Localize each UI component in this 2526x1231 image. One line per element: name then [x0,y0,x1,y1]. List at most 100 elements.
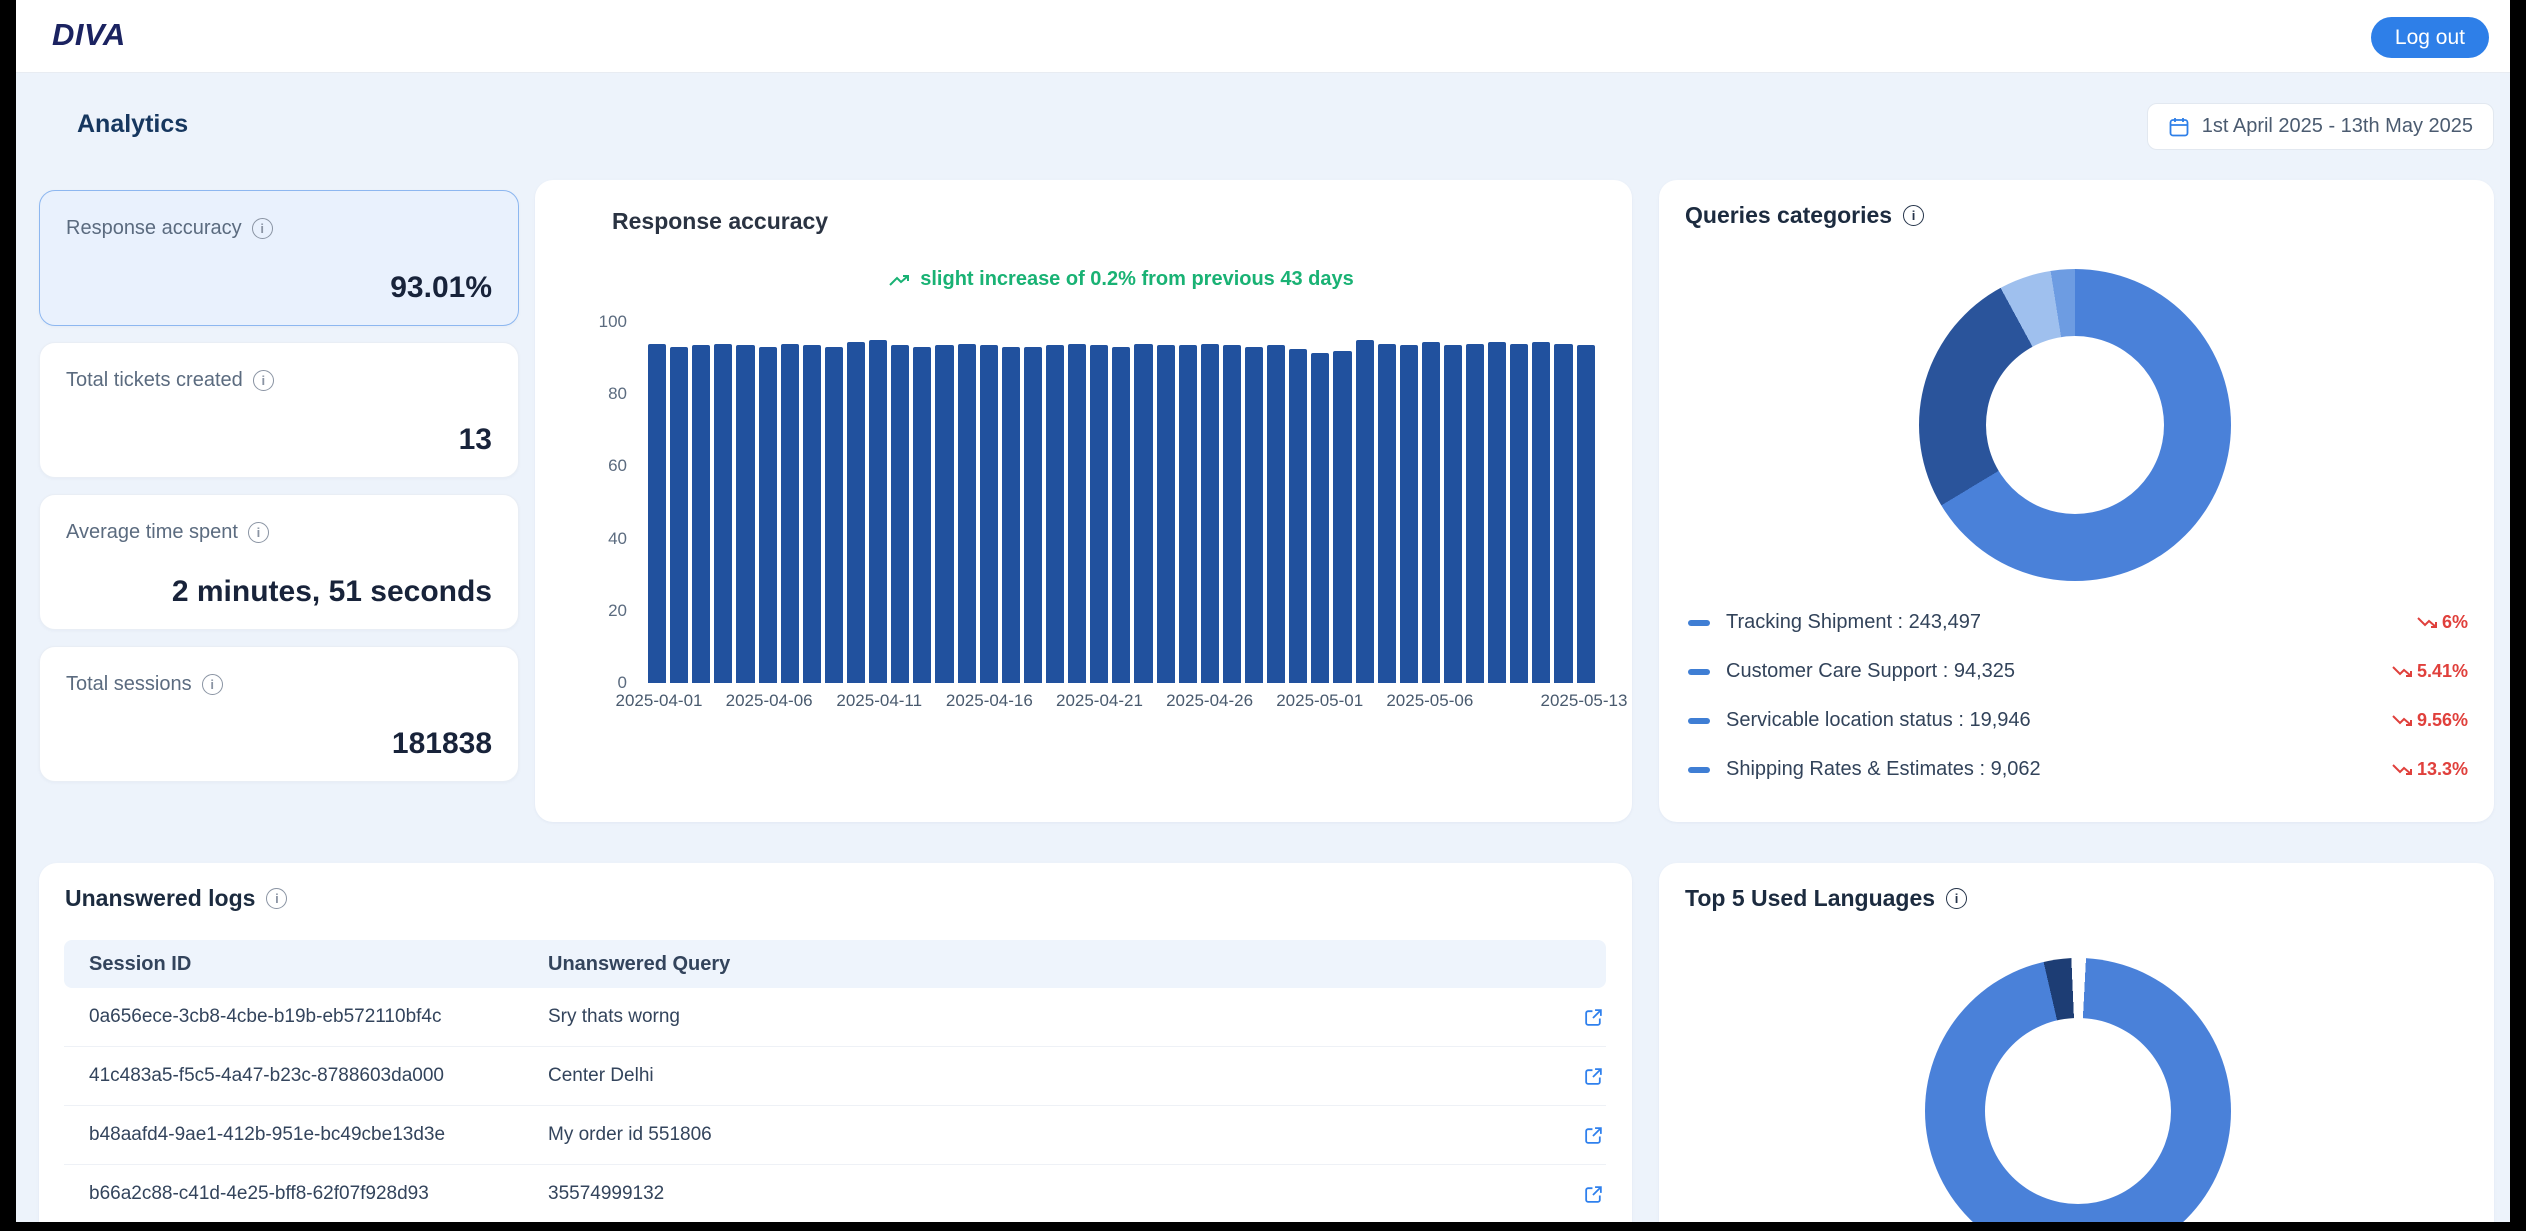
stat-card-2[interactable]: Average time spenti2 minutes, 51 seconds [39,494,519,630]
external-link-icon [1583,1184,1604,1205]
bar [781,344,799,683]
bar [1090,345,1108,683]
x-tick-label: 2025-05-06 [1386,691,1473,711]
bar [1157,345,1175,683]
unanswered-logs-card: Unanswered logs i Session ID Unanswered … [39,863,1632,1231]
bar [891,345,909,683]
letterbox-bottom [0,1222,2526,1231]
bar [1024,347,1042,683]
trend-value: 5.41% [2417,661,2468,682]
trend-value: 9.56% [2417,710,2468,731]
x-tick-label: 2025-04-26 [1166,691,1253,711]
info-icon[interactable]: i [248,522,269,543]
bar [1510,344,1528,683]
trend-down-icon [2392,665,2414,679]
y-tick-label: 100 [535,312,636,332]
y-tick-label: 60 [535,456,636,476]
bar [1245,347,1263,683]
logs-card-title: Unanswered logs i [65,885,287,912]
legend-label: Servicable location status : 19,946 [1726,709,2031,732]
bar [1554,344,1572,683]
bar [980,345,998,683]
bar [1577,345,1595,683]
letterbox-left [0,0,16,1231]
open-log-button[interactable] [1583,1125,1606,1146]
stat-label: Average time spenti [66,521,492,544]
bar [1223,345,1241,683]
open-log-button[interactable] [1583,1184,1606,1205]
bar [1112,347,1130,683]
external-link-icon [1583,1007,1604,1028]
date-range-label: 1st April 2025 - 13th May 2025 [2202,115,2473,138]
stat-card-0[interactable]: Response accuracyi 93.01% [39,190,519,326]
bar [1267,345,1285,683]
info-icon[interactable]: i [1903,205,1924,226]
y-tick-label: 80 [535,384,636,404]
info-icon[interactable]: i [1946,888,1967,909]
info-icon[interactable]: i [202,674,223,695]
legend-trend: 13.3% [2392,759,2468,780]
open-log-button[interactable] [1583,1007,1606,1028]
legend-item: Tracking Shipment : 243,497 6% [1688,598,2468,647]
query-cell: Center Delhi [548,1065,1562,1087]
chart-title: Response accuracy [612,208,828,235]
open-log-button[interactable] [1583,1066,1606,1087]
table-row: b48aafd4-9ae1-412b-951e-bc49cbe13d3eMy o… [64,1106,1606,1165]
date-range-picker[interactable]: 1st April 2025 - 13th May 2025 [2147,103,2494,150]
x-tick-label: 2025-04-01 [616,691,703,711]
brand-logo: DIVA [52,17,126,53]
queries-categories-card: Queries categories i Tracking Shipment :… [1659,180,2494,822]
languages-donut-chart [1925,958,2231,1231]
bar [692,345,710,683]
app-root: DIVA Log out Analytics 1st April 2025 - … [0,0,2526,1231]
logout-button[interactable]: Log out [2371,17,2489,58]
bar [759,347,777,683]
stat-label: Response accuracyi [66,217,492,240]
external-link-icon [1583,1066,1604,1087]
bar [648,344,666,683]
bar [958,344,976,683]
top-languages-card: Top 5 Used Languages i [1659,863,2494,1231]
trend-value: 13.3% [2417,759,2468,780]
external-link-icon [1583,1125,1604,1146]
bar [1068,344,1086,683]
legend-trend: 9.56% [2392,710,2468,731]
queries-donut-chart [1919,269,2231,581]
x-tick-label: 2025-04-06 [726,691,813,711]
bar [1311,353,1329,683]
table-row: b66a2c88-c41d-4e25-bff8-62f07f928d933557… [64,1165,1606,1224]
legend-label: Tracking Shipment : 243,497 [1726,611,1981,634]
session-id-cell: 0a656ece-3cb8-4cbe-b19b-eb572110bf4c [89,1006,548,1028]
bar [803,345,821,683]
x-tick-label: 2025-04-21 [1056,691,1143,711]
bar [1488,342,1506,683]
bar [1134,344,1152,683]
logs-title-text: Unanswered logs [65,885,255,912]
stat-value: 93.01% [390,271,492,305]
x-axis: 2025-04-012025-04-062025-04-112025-04-16… [648,691,1595,717]
session-id-cell: b48aafd4-9ae1-412b-951e-bc49cbe13d3e [89,1124,548,1146]
legend-item: Customer Care Support : 94,3255.41% [1688,647,2468,696]
info-icon[interactable]: i [266,888,287,909]
letterbox-right [2510,0,2526,1231]
languages-title-text: Top 5 Used Languages [1685,885,1935,912]
x-tick-label: 2025-05-13 [1541,691,1628,711]
queries-legend: Tracking Shipment : 243,497 6% Customer Ca… [1688,598,2468,794]
stats-column: Response accuracyi93.01%Total tickets cr… [39,190,519,782]
queries-card-title: Queries categories i [1685,202,1924,229]
info-icon[interactable]: i [253,370,274,391]
trend-down-icon [2417,616,2439,630]
stat-value: 13 [459,423,492,457]
stat-card-3[interactable]: Total sessionsi181838 [39,646,519,782]
bar [736,345,754,683]
trend-down-icon [2392,714,2414,728]
trend-annotation: slight increase of 0.2% from previous 43… [648,268,1595,291]
y-tick-label: 0 [535,673,636,693]
query-cell: My order id 551806 [548,1124,1562,1146]
info-icon[interactable]: i [252,218,273,239]
bar-chart-plot [648,322,1595,683]
stat-card-1[interactable]: Total tickets createdi13 [39,342,519,478]
trend-value: 6% [2442,612,2468,633]
x-tick-label: 2025-04-16 [946,691,1033,711]
bar [1422,342,1440,683]
